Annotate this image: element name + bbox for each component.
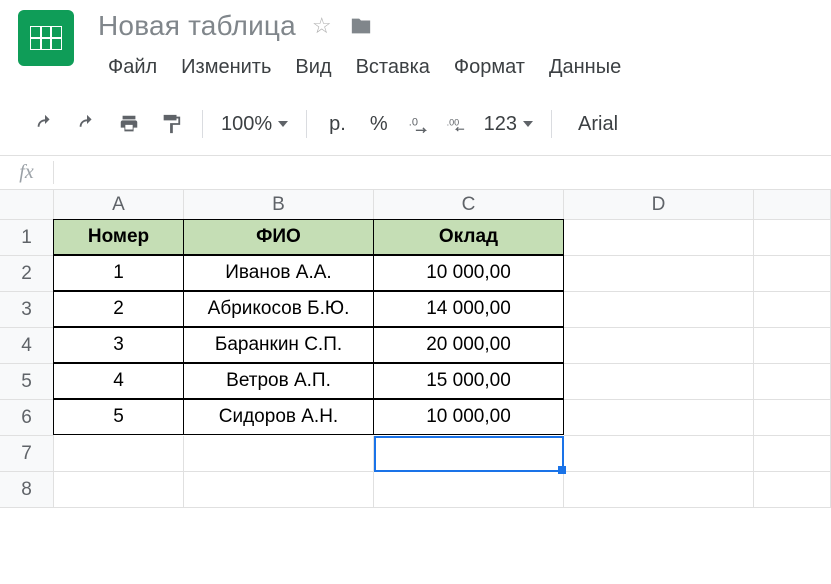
cell-c6[interactable]: 10 000,00	[373, 399, 564, 435]
increase-decimal-icon: .00	[446, 113, 468, 135]
cell-c3[interactable]: 14 000,00	[373, 291, 564, 327]
select-all-corner[interactable]	[0, 190, 54, 220]
cell-d4[interactable]	[564, 328, 754, 364]
sheets-icon	[30, 26, 62, 50]
cell-b7[interactable]	[184, 436, 374, 472]
formula-bar: fx	[0, 156, 831, 190]
cell-d7[interactable]	[564, 436, 754, 472]
chevron-down-icon	[278, 121, 288, 127]
cell-b8[interactable]	[184, 472, 374, 508]
print-icon	[118, 113, 140, 135]
cell-d6[interactable]	[564, 400, 754, 436]
undo-button[interactable]	[28, 107, 62, 141]
cell-c1[interactable]: Оклад	[373, 219, 564, 255]
percent-button[interactable]: %	[362, 113, 396, 136]
cell-c2[interactable]: 10 000,00	[373, 255, 564, 291]
currency-button[interactable]: р.	[321, 113, 354, 136]
col-header-d[interactable]: D	[564, 190, 754, 220]
menu-edit[interactable]: Изменить	[171, 52, 281, 83]
cell-d1[interactable]	[564, 220, 754, 256]
more-formats-dropdown[interactable]: 123	[480, 113, 537, 136]
formula-input[interactable]	[54, 164, 831, 182]
cell-a8[interactable]	[54, 472, 184, 508]
cell-c8[interactable]	[374, 472, 564, 508]
row-header-2[interactable]: 2	[0, 256, 54, 292]
menu-file[interactable]: Файл	[98, 52, 167, 83]
cell-e8[interactable]	[754, 472, 831, 508]
sheets-logo[interactable]	[18, 10, 74, 66]
menu-format[interactable]: Формат	[444, 52, 535, 83]
paint-roller-icon	[160, 113, 182, 135]
cell-e2[interactable]	[754, 256, 831, 292]
decrease-decimal-button[interactable]: .0	[404, 107, 434, 141]
folder-icon[interactable]	[348, 15, 374, 37]
cell-b3[interactable]: Абрикосов Б.Ю.	[183, 291, 374, 327]
zoom-value: 100%	[221, 113, 272, 136]
more-formats-label: 123	[484, 113, 517, 136]
font-dropdown[interactable]: Arial	[566, 113, 630, 136]
paint-format-button[interactable]	[154, 107, 188, 141]
redo-button[interactable]	[70, 107, 104, 141]
svg-text:.00: .00	[446, 117, 459, 127]
toolbar: 100% р. % .0 .00 123 Arial	[0, 93, 831, 156]
separator	[202, 110, 203, 138]
cell-c5[interactable]: 15 000,00	[373, 363, 564, 399]
cell-b5[interactable]: Ветров А.П.	[183, 363, 374, 399]
menu-view[interactable]: Вид	[285, 52, 341, 83]
row-header-1[interactable]: 1	[0, 220, 54, 256]
decrease-decimal-icon: .0	[408, 113, 430, 135]
cell-a4[interactable]: 3	[53, 327, 184, 363]
cell-a6[interactable]: 5	[53, 399, 184, 435]
row-header-8[interactable]: 8	[0, 472, 54, 508]
cell-e6[interactable]	[754, 400, 831, 436]
row-header-6[interactable]: 6	[0, 400, 54, 436]
print-button[interactable]	[112, 107, 146, 141]
cell-d8[interactable]	[564, 472, 754, 508]
row-header-7[interactable]: 7	[0, 436, 54, 472]
redo-icon	[76, 113, 98, 135]
menu-data[interactable]: Данные	[539, 52, 631, 83]
cell-e4[interactable]	[754, 328, 831, 364]
cell-b2[interactable]: Иванов А.А.	[183, 255, 374, 291]
col-header-e[interactable]	[754, 190, 831, 220]
menubar: Файл Изменить Вид Вставка Формат Данные	[98, 52, 631, 83]
chevron-down-icon	[523, 121, 533, 127]
cell-e3[interactable]	[754, 292, 831, 328]
cell-a5[interactable]: 4	[53, 363, 184, 399]
fx-icon[interactable]: fx	[0, 161, 54, 184]
zoom-dropdown[interactable]: 100%	[217, 113, 292, 136]
cell-e5[interactable]	[754, 364, 831, 400]
cell-d3[interactable]	[564, 292, 754, 328]
cell-c7[interactable]	[374, 436, 564, 472]
cell-d5[interactable]	[564, 364, 754, 400]
row-header-4[interactable]: 4	[0, 328, 54, 364]
row-header-5[interactable]: 5	[0, 364, 54, 400]
separator	[551, 110, 552, 138]
separator	[306, 110, 307, 138]
menu-insert[interactable]: Вставка	[346, 52, 440, 83]
cell-a2[interactable]: 1	[53, 255, 184, 291]
svg-text:.0: .0	[408, 117, 417, 129]
cell-a3[interactable]: 2	[53, 291, 184, 327]
cell-d2[interactable]	[564, 256, 754, 292]
cell-b1[interactable]: ФИО	[183, 219, 374, 255]
cell-e7[interactable]	[754, 436, 831, 472]
cell-c4[interactable]: 20 000,00	[373, 327, 564, 363]
spreadsheet-grid[interactable]: A B C D 1 Номер ФИО Оклад 2 1 Иванов А.А…	[0, 190, 831, 508]
col-header-c[interactable]: C	[374, 190, 564, 220]
cell-a1[interactable]: Номер	[53, 219, 184, 255]
header: Новая таблица ☆ Файл Изменить Вид Вставк…	[0, 0, 831, 83]
cell-b4[interactable]: Баранкин С.П.	[183, 327, 374, 363]
col-header-b[interactable]: B	[184, 190, 374, 220]
increase-decimal-button[interactable]: .00	[442, 107, 472, 141]
star-icon[interactable]: ☆	[312, 13, 332, 39]
undo-icon	[34, 113, 56, 135]
cell-a7[interactable]	[54, 436, 184, 472]
cell-b6[interactable]: Сидоров А.Н.	[183, 399, 374, 435]
col-header-a[interactable]: A	[54, 190, 184, 220]
cell-e1[interactable]	[754, 220, 831, 256]
document-title[interactable]: Новая таблица	[98, 10, 296, 42]
row-header-3[interactable]: 3	[0, 292, 54, 328]
